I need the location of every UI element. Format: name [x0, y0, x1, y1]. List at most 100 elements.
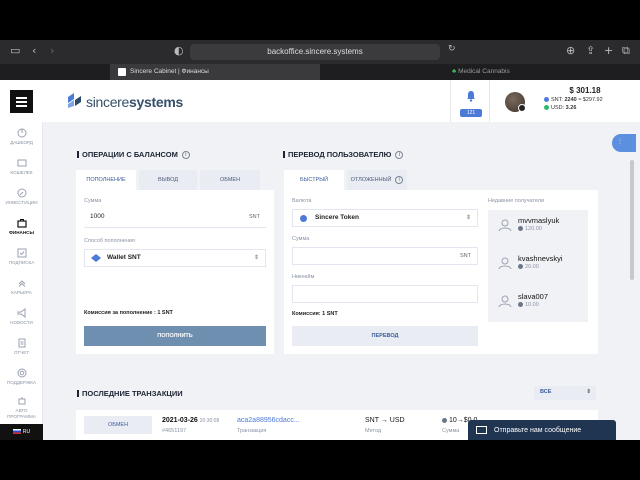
divider	[84, 227, 266, 228]
sidebar-item-subscription[interactable]: ПОДПИСКА	[0, 248, 43, 265]
recipient-item[interactable]: mvvmaslyuk 120.00	[488, 210, 586, 246]
sidebar-item-auto-program[interactable]: АВТО ПРОГРАММА	[0, 396, 43, 420]
notifications-button[interactable]: 121	[450, 80, 490, 122]
chat-bubble-icon	[476, 426, 487, 434]
chevron-stack-icon	[18, 280, 25, 287]
back-icon[interactable]: ‹	[32, 44, 36, 57]
user-icon	[498, 257, 512, 270]
sidebar-item-investments[interactable]: ИНВЕСТИЦИИ	[0, 188, 43, 205]
notification-count-badge: 121	[460, 109, 482, 117]
transfer-button[interactable]: ПЕРЕВОД	[292, 326, 478, 346]
tx-id: #4651197	[162, 428, 187, 434]
balance-ops-title: ОПЕРАЦИИ С БАЛАНСОМ i	[77, 150, 190, 160]
deposit-button[interactable]: ПОПОЛНИТЬ	[84, 326, 266, 346]
transactions-title: ПОСЛЕДНИЕ ТРАНЗАКЦИИ	[77, 389, 183, 398]
token-icon	[518, 264, 523, 270]
deposit-method-select[interactable]: Wallet SNT ⇕	[84, 249, 266, 267]
forward-icon[interactable]: ›	[50, 44, 54, 57]
download-icon[interactable]: ⊕	[566, 44, 575, 57]
tabs-overview-icon[interactable]: ⧉	[622, 44, 630, 58]
robot-icon	[18, 397, 25, 405]
sidebar: ДАШБОРД КОШЕЛЕК ИНВЕСТИЦИИ ФИНАНСЫ ПОДПИ…	[0, 122, 43, 440]
favicon-icon	[118, 68, 126, 76]
deposit-card: Сумма 1000 SNT Способ пополнения Wallet …	[76, 190, 274, 354]
tx-amount-label: Сумма	[442, 428, 460, 434]
transfer-amount-label: Сумма	[292, 236, 310, 242]
amount-label: Сумма	[84, 198, 102, 204]
usd-dot-icon	[544, 105, 549, 111]
transfer-title: ПЕРЕВОД ПОЛЬЗОВАТЕЛЮ i	[282, 150, 404, 160]
info-icon[interactable]: i	[395, 151, 404, 160]
tab-medical-cannabis[interactable]: ♣ Medical Cannabis	[320, 64, 640, 80]
tab-title: Sincere Cabinet | Финансы	[130, 68, 209, 75]
wallet-icon	[17, 159, 26, 167]
nickname-input[interactable]	[292, 285, 478, 303]
sidebar-item-dashboard[interactable]: ДАШБОРД	[0, 128, 43, 145]
language-switcher[interactable]: RU	[0, 424, 43, 440]
megaphone-icon	[17, 308, 25, 318]
recipient-item[interactable]: kvashnevskyi 20.00	[488, 248, 586, 284]
select-arrows-icon: ⇕	[253, 255, 259, 261]
menu-button[interactable]	[10, 90, 33, 113]
document-icon	[18, 338, 25, 348]
tab-deferred[interactable]: ОТЛОЖЕННЫЙ i	[347, 170, 407, 190]
sidebar-item-support[interactable]: ПОДДЕРЖКА	[0, 368, 43, 385]
transactions-filter-select[interactable]: ВСЕ ⇕	[534, 386, 596, 400]
address-bar[interactable]: backoffice.sincere.systems	[190, 44, 440, 60]
currency-select[interactable]: Sincere Token ⇕	[292, 209, 478, 227]
tx-pair-label: Метод	[365, 428, 382, 434]
recipient-item[interactable]: slava007 10.00	[488, 286, 586, 322]
sincere-token-icon	[300, 215, 307, 222]
amount-unit: SNT	[249, 214, 260, 220]
new-tab-icon[interactable]: +	[604, 44, 613, 57]
tab-quick[interactable]: БЫСТРЫЙ	[284, 170, 344, 190]
sidebar-item-wallet[interactable]: КОШЕЛЕК	[0, 158, 43, 175]
sliders-icon: ⫶	[619, 137, 621, 146]
select-arrows-icon: ⇕	[586, 389, 591, 395]
nickname-label: Никнейм	[292, 274, 315, 280]
reload-icon[interactable]: ↻	[448, 44, 456, 54]
share-icon[interactable]: ⇪	[586, 44, 595, 57]
deposit-fee-note: Комиссия за пополнение : 1 SNT	[84, 310, 173, 316]
settings-float-button[interactable]: ⫶	[612, 134, 636, 152]
user-icon	[498, 295, 512, 308]
tx-hash-link[interactable]: aca2a88956cdacc...	[237, 417, 300, 424]
token-icon	[518, 302, 523, 308]
sidebar-item-finance[interactable]: ФИНАНСЫ	[0, 218, 43, 235]
balance-widget[interactable]: $ 301.18 SNT: 2240 ≈ $297.92 USD: 3.26	[540, 86, 630, 111]
tab-withdraw[interactable]: ВЫВОД	[139, 170, 197, 190]
top-header: sinceresystems 121 $ 301.18 SNT: 2240 ≈ …	[0, 80, 640, 122]
leaf-icon: ♣	[452, 68, 457, 75]
lifebuoy-icon	[17, 368, 26, 378]
tab-exchange[interactable]: ОБМЕН	[200, 170, 260, 190]
tx-pair: SNT → USD	[365, 417, 405, 424]
recent-recipients-title: Недавние получатели	[488, 198, 545, 204]
tx-date: 2021-03-26 20:30:08	[162, 417, 220, 424]
snt-balance: SNT: 2240 ≈ $297.92	[540, 97, 630, 103]
sidebar-item-news[interactable]: НОВОСТИ	[0, 308, 43, 325]
sidebar-toggle-icon[interactable]: ▭	[10, 44, 20, 57]
method-label: Способ пополнения	[84, 238, 135, 244]
amount-unit: SNT	[460, 253, 471, 259]
russian-flag-icon	[12, 429, 21, 435]
pie-chart-icon	[17, 128, 26, 138]
app-viewport: sinceresystems 121 $ 301.18 SNT: 2240 ≈ …	[0, 80, 640, 440]
shield-icon: ◐	[174, 44, 184, 57]
balance-total: $ 301.18	[569, 86, 601, 95]
chat-widget-button[interactable]: Отправьте нам сообщение	[468, 420, 616, 440]
verified-icon	[518, 104, 526, 112]
info-icon[interactable]: i	[181, 151, 190, 160]
tab-deposit[interactable]: ПОПОЛНЕНИЕ	[76, 170, 136, 190]
tab-sincere-cabinet[interactable]: Sincere Cabinet | Финансы	[110, 64, 320, 80]
tx-hash-label: Транзакция	[237, 428, 267, 434]
screen: ▭ ‹ › ◐ backoffice.sincere.systems ↻ ⊕ ⇪…	[0, 0, 640, 480]
sidebar-item-report[interactable]: ОТЧЕТ	[0, 338, 43, 355]
transfer-amount-input[interactable]: SNT	[292, 247, 478, 265]
recent-recipients-list: mvvmaslyuk 120.00 kvashnevskyi 20.00 sla…	[488, 210, 588, 322]
briefcase-icon	[16, 219, 27, 228]
deposit-amount-input[interactable]: 1000 SNT	[84, 210, 266, 226]
page-scrollbar[interactable]	[630, 160, 634, 280]
sidebar-item-career[interactable]: КАРЬЕРА	[0, 278, 43, 295]
transfer-fee-note: Комиссия: 1 SNT	[292, 311, 338, 317]
tab-title: Medical Cannabis	[458, 68, 510, 75]
